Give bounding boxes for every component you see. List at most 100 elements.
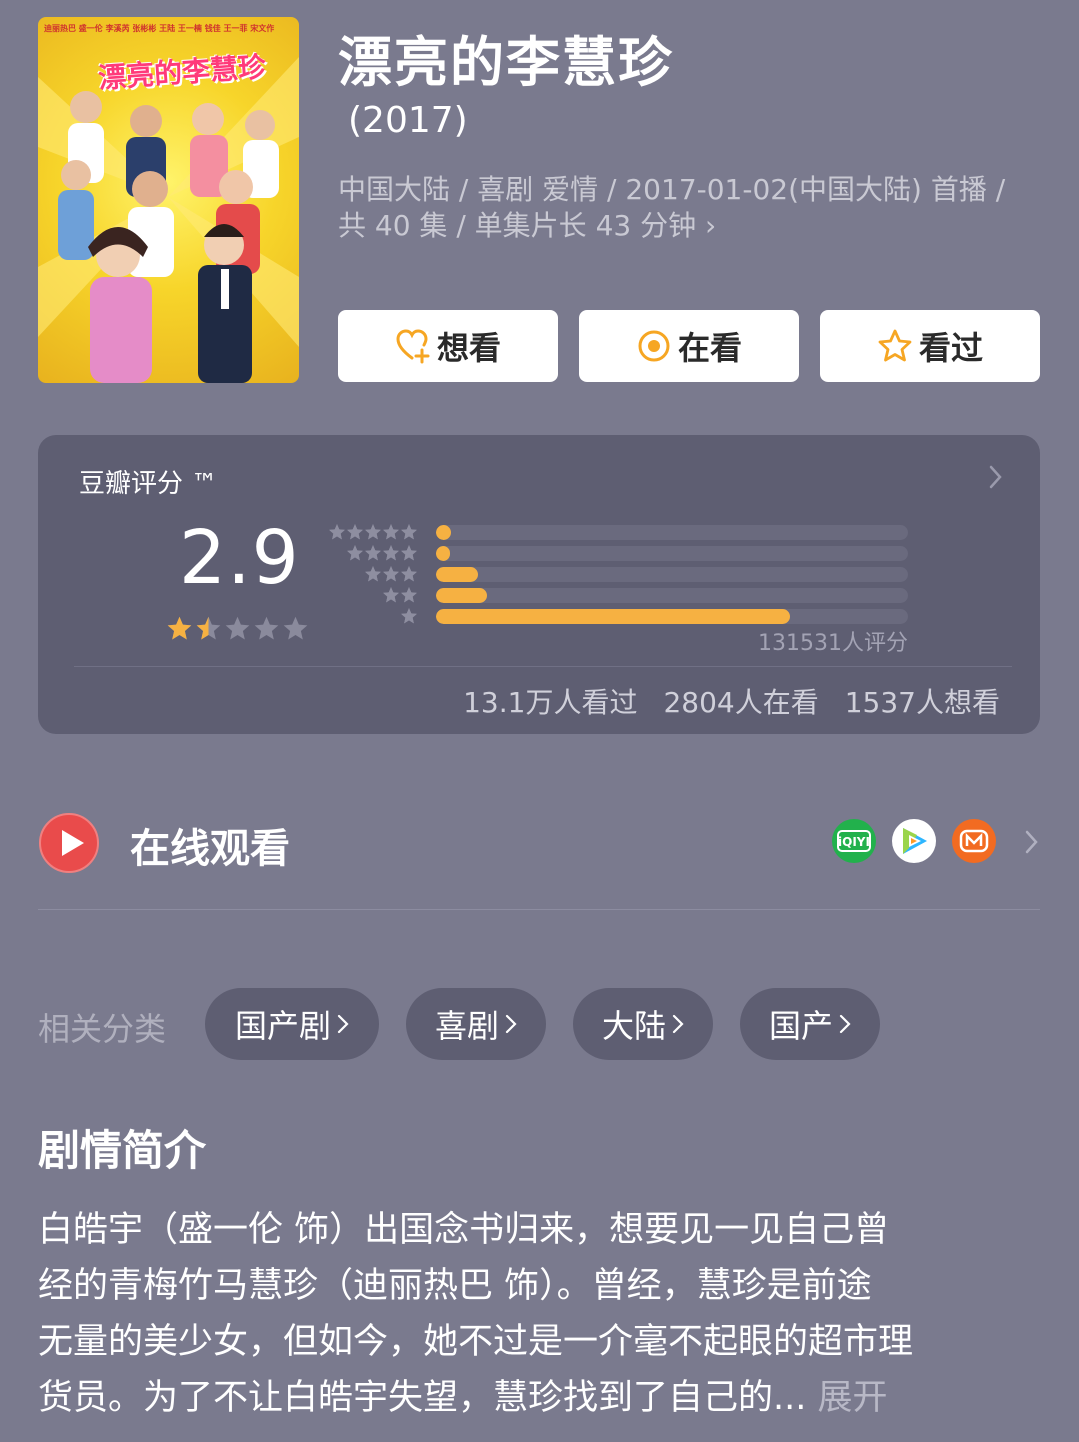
watching-label: 在看 (677, 329, 742, 367)
watched-label: 看过 (918, 329, 983, 367)
tag-label: 喜剧 (434, 1007, 499, 1045)
bar-star-group (382, 586, 418, 604)
rating-distribution (329, 522, 944, 627)
rating-bar-track (436, 609, 908, 624)
chevron-right-icon (839, 1014, 851, 1034)
poster-image[interactable]: 迪丽热巴 盛一伦 李溪芮 张彬彬 王陆 王一楠 钱佳 王一菲 宋文作 漂亮的李慧… (38, 17, 299, 383)
rating-bar-row-1-star (332, 606, 944, 627)
chevron-right-icon (505, 1014, 517, 1034)
synopsis-line-text: 货员。为了不让白皓宇失望，慧珍找到了自己的... (38, 1378, 807, 1418)
synopsis-line: 货员。为了不让白皓宇失望，慧珍找到了自己的... 展开 (38, 1370, 1043, 1426)
iqiyi-label: iQIYI (838, 835, 870, 849)
tag-label: 国产剧 (234, 1007, 331, 1045)
rating-bar-row-5-star (329, 522, 944, 543)
poster-cast-names: 迪丽热巴 盛一伦 李溪芮 张彬彬 王陆 王一楠 钱佳 王一菲 宋文作 (44, 24, 275, 33)
small-star-icon (401, 608, 417, 624)
rating-bar-track (436, 588, 908, 603)
small-star-icon (401, 587, 417, 603)
small-star-icon (365, 524, 381, 540)
small-star-icon (329, 524, 345, 540)
divider (38, 909, 1040, 910)
rating-bar-fill (436, 546, 451, 561)
rating-bar-track (436, 546, 908, 561)
rating-bar-row-4-star (332, 543, 944, 564)
tag-label: 国产 (768, 1007, 833, 1045)
tag-mainland[interactable]: 大陆 (573, 988, 713, 1060)
rating-stats: 13.1万人看过 2804人在看 1537人想看 (463, 681, 1000, 721)
rating-score: 2.9 (179, 515, 300, 601)
small-star-icon (365, 545, 381, 561)
want-label: 想看 (436, 329, 501, 367)
chevron-right-icon[interactable] (988, 463, 1004, 491)
small-star-icon (383, 545, 399, 561)
star-outline-icon (878, 329, 912, 362)
rating-star-icon (254, 616, 279, 640)
movie-meta[interactable]: 中国大陆 / 喜剧 爱情 / 2017-01-02(中国大陆) 首播 / 共 4… (338, 172, 1038, 244)
tag-domestic[interactable]: 国产 (740, 988, 880, 1060)
small-star-icon (383, 566, 399, 582)
synopsis-title: 剧情简介 (38, 1126, 207, 1175)
rating-bar-track (436, 567, 908, 582)
rating-star-icon (225, 616, 250, 640)
bar-star-group (400, 607, 418, 625)
rating-star-icon (283, 616, 308, 640)
mgtv-icon[interactable] (952, 819, 996, 863)
tag-comedy[interactable]: 喜剧 (406, 988, 546, 1060)
small-star-icon (401, 524, 417, 540)
rating-stars (166, 615, 309, 642)
rating-label: 豆瓣评分 ™ (79, 469, 218, 499)
small-star-icon (401, 566, 417, 582)
online-watch-title[interactable]: 在线观看 (130, 816, 290, 874)
heart-plus-icon (396, 329, 430, 364)
chevron-right-icon (672, 1014, 684, 1034)
related-categories-label: 相关分类 (38, 1010, 167, 1048)
divider (74, 666, 1012, 667)
rating-bar-fill (436, 588, 487, 603)
watched-count: 13.1万人看过 (463, 686, 638, 719)
want-to-watch-button[interactable]: 想看 (338, 310, 558, 382)
watching-button[interactable]: 在看 (579, 310, 799, 382)
page-title: 漂亮的李慧珍 (338, 31, 674, 94)
meta-line-2: 共 40 集 / 单集片长 43 分钟 › (338, 209, 717, 242)
tencent-video-logo (903, 828, 927, 854)
synopsis-line: 无量的美少女，但如今，她不过是一介毫不起眼的超市理 (38, 1322, 914, 1362)
watched-button[interactable]: 看过 (820, 310, 1040, 382)
target-icon (638, 330, 670, 362)
watching-count: 2804人在看 (663, 686, 819, 719)
iqiyi-logo: iQIYI (837, 830, 871, 852)
small-star-icon (401, 545, 417, 561)
iqiyi-icon[interactable]: iQIYI (832, 819, 876, 863)
rating-card[interactable]: 豆瓣评分 ™ 2.9 131531人评分 13.1万人看过 2804人在看 15… (38, 435, 1040, 734)
rating-bar-row-2-star (332, 585, 944, 606)
rating-bar-fill (436, 567, 478, 582)
rating-bar-fill (436, 609, 790, 624)
play-icon[interactable] (38, 812, 100, 874)
small-star-icon (383, 524, 399, 540)
rating-bar-fill (436, 525, 452, 540)
rating-bar-row-3-star (332, 564, 944, 585)
tencent-video-icon[interactable] (892, 819, 936, 863)
tag-label: 大陆 (601, 1007, 666, 1045)
rating-star-icon (196, 616, 221, 640)
synopsis-line: 经的青梅竹马慧珍（迪丽热巴 饰）。曾经，慧珍是前途 (38, 1266, 872, 1306)
expand-link[interactable]: 展开 (818, 1378, 888, 1418)
bar-star-group (328, 523, 418, 541)
small-star-icon (347, 524, 363, 540)
synopsis-text: 白皓宇（盛一伦 饰）出国念书归来，想要见一见自己曾 经的青梅竹马慧珍（迪丽热巴 … (38, 1202, 1043, 1426)
bar-star-group (346, 544, 418, 562)
small-star-icon (365, 566, 381, 582)
rating-count: 131531人评分 (758, 631, 908, 656)
rating-star-icon (167, 616, 192, 640)
small-star-icon (383, 587, 399, 603)
small-star-icon (347, 545, 363, 561)
rating-bar-track (436, 525, 908, 540)
synopsis-line: 白皓宇（盛一伦 饰）出国念书归来，想要见一见自己曾 (38, 1210, 890, 1250)
tag-guochanju[interactable]: 国产剧 (205, 988, 379, 1060)
want-count: 1537人想看 (844, 686, 1000, 719)
mgtv-logo (959, 829, 989, 853)
meta-line-1: 中国大陆 / 喜剧 爱情 / 2017-01-02(中国大陆) 首播 / (338, 173, 1006, 206)
platform-list: iQIYI (832, 819, 996, 863)
release-year: (2017) (348, 100, 468, 141)
chevron-right-icon[interactable] (1024, 828, 1040, 856)
chevron-right-icon (337, 1014, 349, 1034)
